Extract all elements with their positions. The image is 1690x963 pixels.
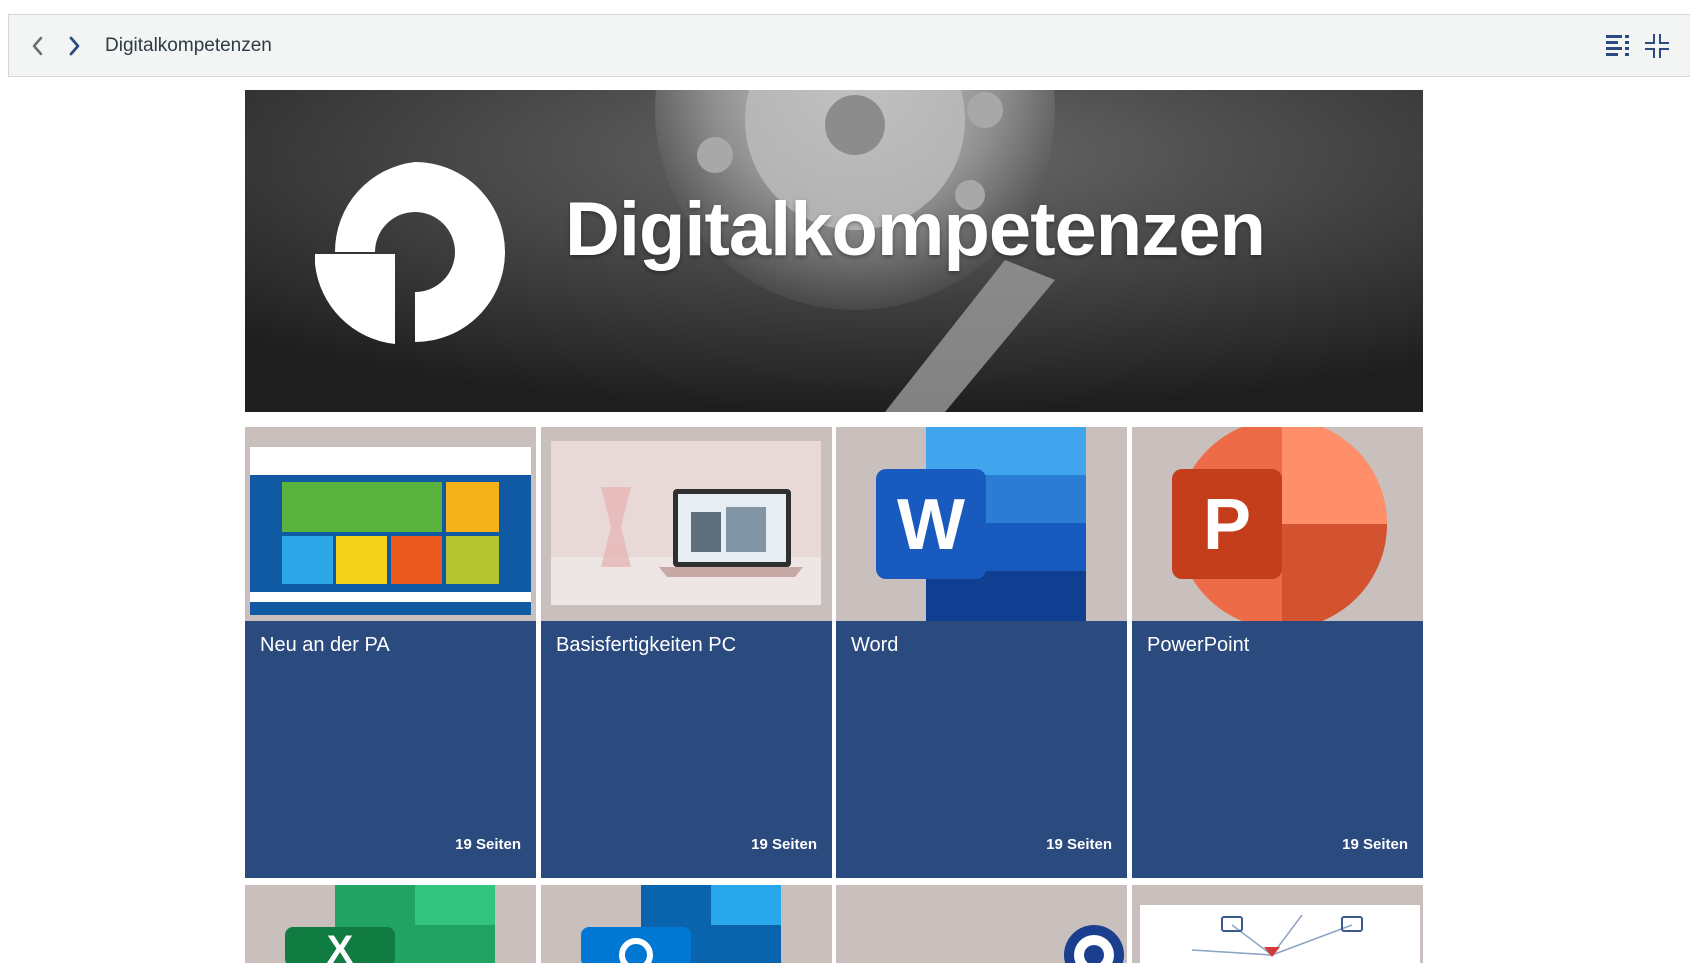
course-banner: Digitalkompetenzen <box>245 90 1423 412</box>
excel-icon: X <box>285 885 495 963</box>
police-portal-screenshot <box>245 427 536 621</box>
tile-title: Basisfertigkeiten PC <box>556 634 737 656</box>
course-tile-basisfertigkeiten-pc[interactable]: Basisfertigkeiten PC 19 Seiten <box>541 427 832 878</box>
logo-icon <box>315 162 505 344</box>
tile-page-count: 19 Seiten <box>455 836 521 853</box>
banner-title: Digitalkompetenzen <box>565 187 1266 272</box>
course-tile-neu-an-der-pa[interactable]: Neu an der PA 19 Seiten <box>245 427 536 878</box>
target-icon <box>1064 925 1124 963</box>
table-of-contents-icon <box>1606 35 1629 56</box>
breadcrumb[interactable]: Digitalkompetenzen <box>105 33 272 59</box>
tile-title: Word <box>851 634 899 656</box>
course-tile-outlook[interactable] <box>541 885 832 963</box>
top-toolbar: Digitalkompetenzen <box>8 14 1690 77</box>
tile-page-count: 19 Seiten <box>1342 836 1408 853</box>
outlook-icon <box>581 885 781 963</box>
tile-thumbnail: W <box>836 427 1127 621</box>
chevron-right-icon <box>69 36 80 56</box>
svg-text:X: X <box>327 928 354 963</box>
back-button[interactable] <box>25 33 51 59</box>
course-tile-powerpoint[interactable]: P PowerPoint 19 Seiten <box>1132 427 1423 878</box>
course-tile-excel[interactable]: X <box>245 885 536 963</box>
collapse-icon <box>1645 34 1669 58</box>
collapse-button[interactable] <box>1640 29 1674 63</box>
laptop-photo <box>541 427 832 621</box>
word-icon: W <box>836 427 1127 621</box>
forward-button[interactable] <box>61 33 87 59</box>
table-of-contents-button[interactable] <box>1601 29 1635 63</box>
ai-diagram-icon <box>1140 905 1420 963</box>
course-tile-7[interactable] <box>836 885 1127 963</box>
course-tile-word[interactable]: W Word 19 Seiten <box>836 427 1127 878</box>
course-tile-8[interactable] <box>1132 885 1423 963</box>
tile-title: PowerPoint <box>1147 634 1250 656</box>
svg-text:P: P <box>1203 485 1251 565</box>
chevron-left-icon <box>32 36 43 56</box>
tile-page-count: 19 Seiten <box>1046 836 1112 853</box>
powerpoint-icon: P <box>1132 427 1423 621</box>
tile-thumbnail: P <box>1132 427 1423 621</box>
tile-title: Neu an der PA <box>260 634 390 656</box>
tile-page-count: 19 Seiten <box>751 836 817 853</box>
tile-thumbnail <box>541 427 832 621</box>
tile-thumbnail <box>245 427 536 621</box>
svg-text:W: W <box>897 485 965 565</box>
